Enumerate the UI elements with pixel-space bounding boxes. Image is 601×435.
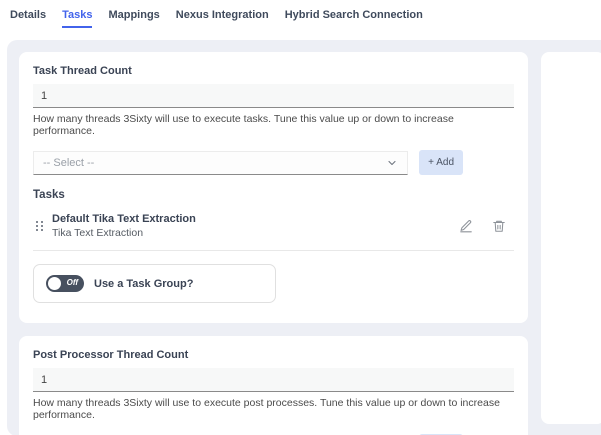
task-select[interactable]: -- Select -- <box>33 151 408 175</box>
task-select-placeholder: -- Select -- <box>43 157 94 169</box>
tab-nexus-integration[interactable]: Nexus Integration <box>176 9 269 26</box>
chevron-down-icon <box>386 157 398 169</box>
tab-tasks[interactable]: Tasks <box>62 9 92 28</box>
post-thread-count-input[interactable] <box>33 368 514 392</box>
task-thread-count-label: Task Thread Count <box>33 65 514 77</box>
side-panel-card <box>541 52 601 424</box>
toggle-state-label: Off <box>67 279 78 287</box>
task-group-box: Off Use a Task Group? <box>33 264 276 303</box>
tab-hybrid-search-connection[interactable]: Hybrid Search Connection <box>285 9 423 26</box>
task-row: Default Tika Text Extraction Tika Text E… <box>33 213 514 239</box>
task-group-toggle[interactable]: Off <box>46 275 84 292</box>
post-processor-card: Post Processor Thread Count How many thr… <box>19 336 528 435</box>
task-select-row: -- Select -- + Add <box>33 150 514 175</box>
task-thread-count-input[interactable] <box>33 84 514 108</box>
task-group-toggle-label: Use a Task Group? <box>94 278 193 290</box>
trash-icon[interactable] <box>492 219 506 233</box>
main-column: Task Thread Count How many threads 3Sixt… <box>19 52 528 424</box>
post-thread-count-label: Post Processor Thread Count <box>33 349 514 361</box>
task-list-divider <box>33 250 514 251</box>
tab-bar: Details Tasks Mappings Nexus Integration… <box>0 0 601 28</box>
edit-pencil-icon[interactable] <box>459 219 473 233</box>
task-title: Default Tika Text Extraction <box>52 213 196 225</box>
task-thread-count-helper: How many threads 3Sixty will use to exec… <box>33 113 514 137</box>
add-task-button[interactable]: + Add <box>419 150 463 175</box>
task-settings-card: Task Thread Count How many threads 3Sixt… <box>19 52 528 323</box>
task-subtitle: Tika Text Extraction <box>52 227 196 239</box>
drag-handle-icon[interactable] <box>36 221 44 231</box>
tasks-panel: Task Thread Count How many threads 3Sixt… <box>7 40 601 435</box>
task-text: Default Tika Text Extraction Tika Text E… <box>52 213 196 239</box>
tab-details[interactable]: Details <box>10 9 46 26</box>
post-thread-count-helper: How many threads 3Sixty will use to exec… <box>33 397 514 421</box>
toggle-knob <box>48 277 61 290</box>
tasks-heading: Tasks <box>33 189 514 201</box>
tab-mappings[interactable]: Mappings <box>108 9 159 26</box>
task-actions <box>459 219 506 233</box>
